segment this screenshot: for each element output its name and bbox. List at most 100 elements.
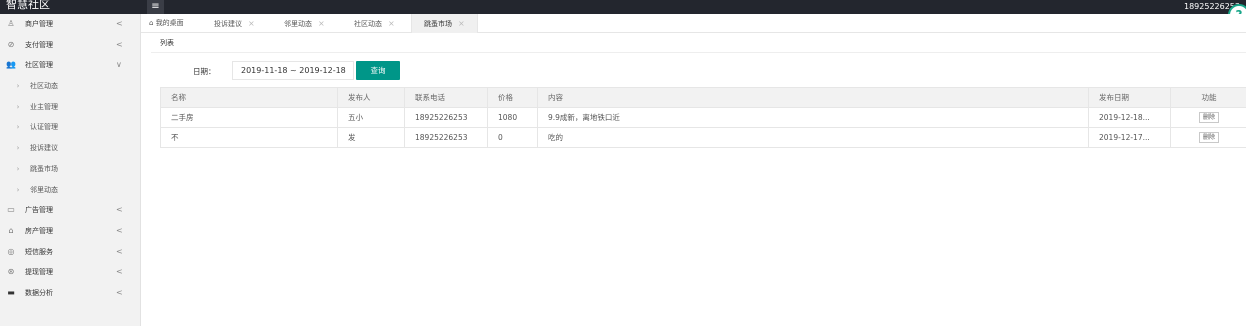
tab-label: 投诉建议 — [214, 20, 242, 28]
message-icon: ◎ — [7, 246, 15, 256]
user-icon: ♙ — [7, 19, 15, 28]
chevron-left-icon: < — [116, 246, 123, 256]
cell-phone: 18925226253 — [404, 107, 488, 128]
chevron-left-icon: < — [116, 287, 123, 297]
sidebar-item-label: 投诉建议 — [30, 144, 58, 153]
chevron-right-icon: › — [16, 185, 20, 194]
cell-price: 1080 — [487, 107, 538, 128]
sidebar-item-label: 认证管理 — [30, 123, 58, 132]
sidebar-item-label: 房产管理 — [25, 226, 53, 235]
tab-label: 社区动态 — [354, 20, 382, 28]
tab-complaints[interactable]: 投诉建议 × — [214, 14, 255, 33]
delete-button[interactable]: 删除 — [1198, 132, 1219, 143]
query-button[interactable]: 查询 — [356, 61, 400, 80]
sidebar-item-label: 业主管理 — [30, 102, 58, 111]
ad-icon: ▭ — [7, 205, 15, 215]
sidebar-item-merchant[interactable]: ♙ 商户管理 < — [0, 14, 140, 35]
main-content: 列表 日期： 2019-11-18 ~ 2019-12-18 查询 名称 发布人… — [141, 33, 1246, 326]
close-icon[interactable]: × — [248, 19, 255, 28]
chevron-left-icon: < — [116, 267, 123, 277]
chevron-left-icon: < — [116, 19, 123, 28]
users-icon: 👥 — [6, 60, 16, 70]
cell-name: 不 — [160, 127, 338, 148]
sidebar-item-analytics[interactable]: ▬ 数据分析 < — [0, 283, 140, 304]
close-icon[interactable]: × — [388, 19, 395, 28]
chevron-left-icon: < — [116, 225, 123, 235]
home-icon: ⌂ — [149, 19, 154, 27]
tab-label: 跳蚤市场 — [424, 20, 452, 28]
sidebar-subitem-certification[interactable]: › 认证管理 — [0, 117, 140, 138]
sidebar-item-label: 社区动态 — [30, 82, 58, 91]
tab-community-news[interactable]: 社区动态 × — [354, 14, 395, 33]
column-header-date: 发布日期 — [1088, 87, 1171, 108]
cell-content: 吃的 — [537, 127, 1089, 148]
sidebar-item-label: 数据分析 — [25, 288, 53, 297]
cell-actions: 删除 — [1170, 127, 1246, 148]
chevron-right-icon: › — [16, 102, 20, 111]
sidebar-subitem-flea-market[interactable]: › 跳蚤市场 — [0, 159, 140, 180]
cell-phone: 18925226253 — [404, 127, 488, 148]
home-icon: ⌂ — [8, 225, 14, 235]
chevron-left-icon: < — [116, 205, 123, 215]
tab-desktop[interactable]: ⌂ 我的桌面 — [149, 14, 184, 33]
cell-publisher: 五小 — [337, 107, 405, 128]
cell-date: 2019-12-18... — [1088, 107, 1171, 128]
close-icon[interactable]: × — [318, 19, 325, 28]
chart-icon: ▬ — [7, 287, 15, 297]
sidebar-item-label: 短信服务 — [25, 247, 53, 256]
cell-actions: 删除 — [1170, 107, 1246, 128]
delete-button[interactable]: 删除 — [1198, 112, 1219, 123]
withdraw-icon: ⊛ — [7, 267, 15, 277]
sidebar-item-withdraw[interactable]: ⊛ 提现管理 < — [0, 262, 140, 283]
date-label: 日期： — [193, 67, 216, 76]
column-header-name: 名称 — [160, 87, 338, 108]
chevron-right-icon: › — [16, 82, 20, 91]
cell-content: 9.9成新，离地铁口近 — [537, 107, 1089, 128]
top-bar: 智慧社区 ≡ 18925226253 — [0, 0, 1246, 14]
hamburger-icon[interactable]: ≡ — [147, 0, 164, 14]
sidebar-subitem-neighbor-news[interactable]: › 邻里动态 — [0, 180, 140, 201]
tab-label: 邻里动态 — [284, 20, 312, 28]
tab-flea-market[interactable]: 跳蚤市场 × — [411, 14, 478, 33]
table-row: 二手房 五小 18925226253 1080 9.9成新，离地铁口近 2019… — [160, 107, 1246, 128]
close-icon[interactable]: × — [458, 19, 465, 28]
cell-name: 二手房 — [160, 107, 338, 128]
cell-price: 0 — [487, 127, 538, 148]
column-header-phone: 联系电话 — [404, 87, 488, 108]
sidebar-item-label: 支付管理 — [25, 40, 53, 49]
sidebar-item-ads[interactable]: ▭ 广告管理 < — [0, 200, 140, 221]
sidebar-item-label: 广告管理 — [25, 206, 53, 215]
sidebar-subitem-complaints[interactable]: › 投诉建议 — [0, 138, 140, 159]
sidebar: ♙ 商户管理 < ⊘ 支付管理 < 👥 社区管理 ∨ › 社区动态 › 业主管理… — [0, 14, 141, 326]
table-header-row: 名称 发布人 联系电话 价格 内容 发布日期 功能 — [160, 87, 1246, 108]
cell-publisher: 发 — [337, 127, 405, 148]
sidebar-item-property[interactable]: ⌂ 房产管理 < — [0, 221, 140, 242]
cell-date: 2019-12-17... — [1088, 127, 1171, 148]
chevron-left-icon: < — [116, 39, 123, 49]
brand-title: 智慧社区 — [6, 0, 50, 11]
sidebar-item-label: 商户管理 — [25, 20, 53, 28]
sidebar-item-sms[interactable]: ◎ 短信服务 < — [0, 242, 140, 263]
sidebar-item-label: 提现管理 — [25, 268, 53, 277]
divider — [151, 52, 1246, 53]
sidebar-item-community[interactable]: 👥 社区管理 ∨ — [0, 55, 140, 76]
sidebar-item-label: 社区管理 — [25, 61, 53, 70]
sidebar-subitem-owners[interactable]: › 业主管理 — [0, 97, 140, 118]
column-header-actions: 功能 — [1170, 87, 1246, 108]
sidebar-item-payment[interactable]: ⊘ 支付管理 < — [0, 35, 140, 56]
sidebar-subitem-community-news[interactable]: › 社区动态 — [0, 76, 140, 97]
tab-label: 我的桌面 — [155, 19, 184, 27]
column-header-content: 内容 — [537, 87, 1089, 108]
date-range-input[interactable]: 2019-11-18 ~ 2019-12-18 — [232, 61, 354, 80]
data-table: 名称 发布人 联系电话 价格 内容 发布日期 功能 二手房 五小 1892522… — [160, 87, 1246, 148]
sidebar-item-label: 邻里动态 — [30, 185, 58, 194]
chevron-right-icon: › — [16, 164, 20, 173]
chevron-right-icon: › — [16, 144, 20, 153]
column-header-publisher: 发布人 — [337, 87, 405, 108]
tab-neighbor-news[interactable]: 邻里动态 × — [284, 14, 325, 33]
sidebar-item-label: 跳蚤市场 — [30, 164, 58, 173]
tab-bar: ⌂ 我的桌面 投诉建议 × 邻里动态 × 社区动态 × 跳蚤市场 × — [141, 14, 1246, 33]
chevron-right-icon: › — [16, 123, 20, 132]
column-header-price: 价格 — [487, 87, 538, 108]
chevron-down-icon: ∨ — [116, 60, 122, 70]
